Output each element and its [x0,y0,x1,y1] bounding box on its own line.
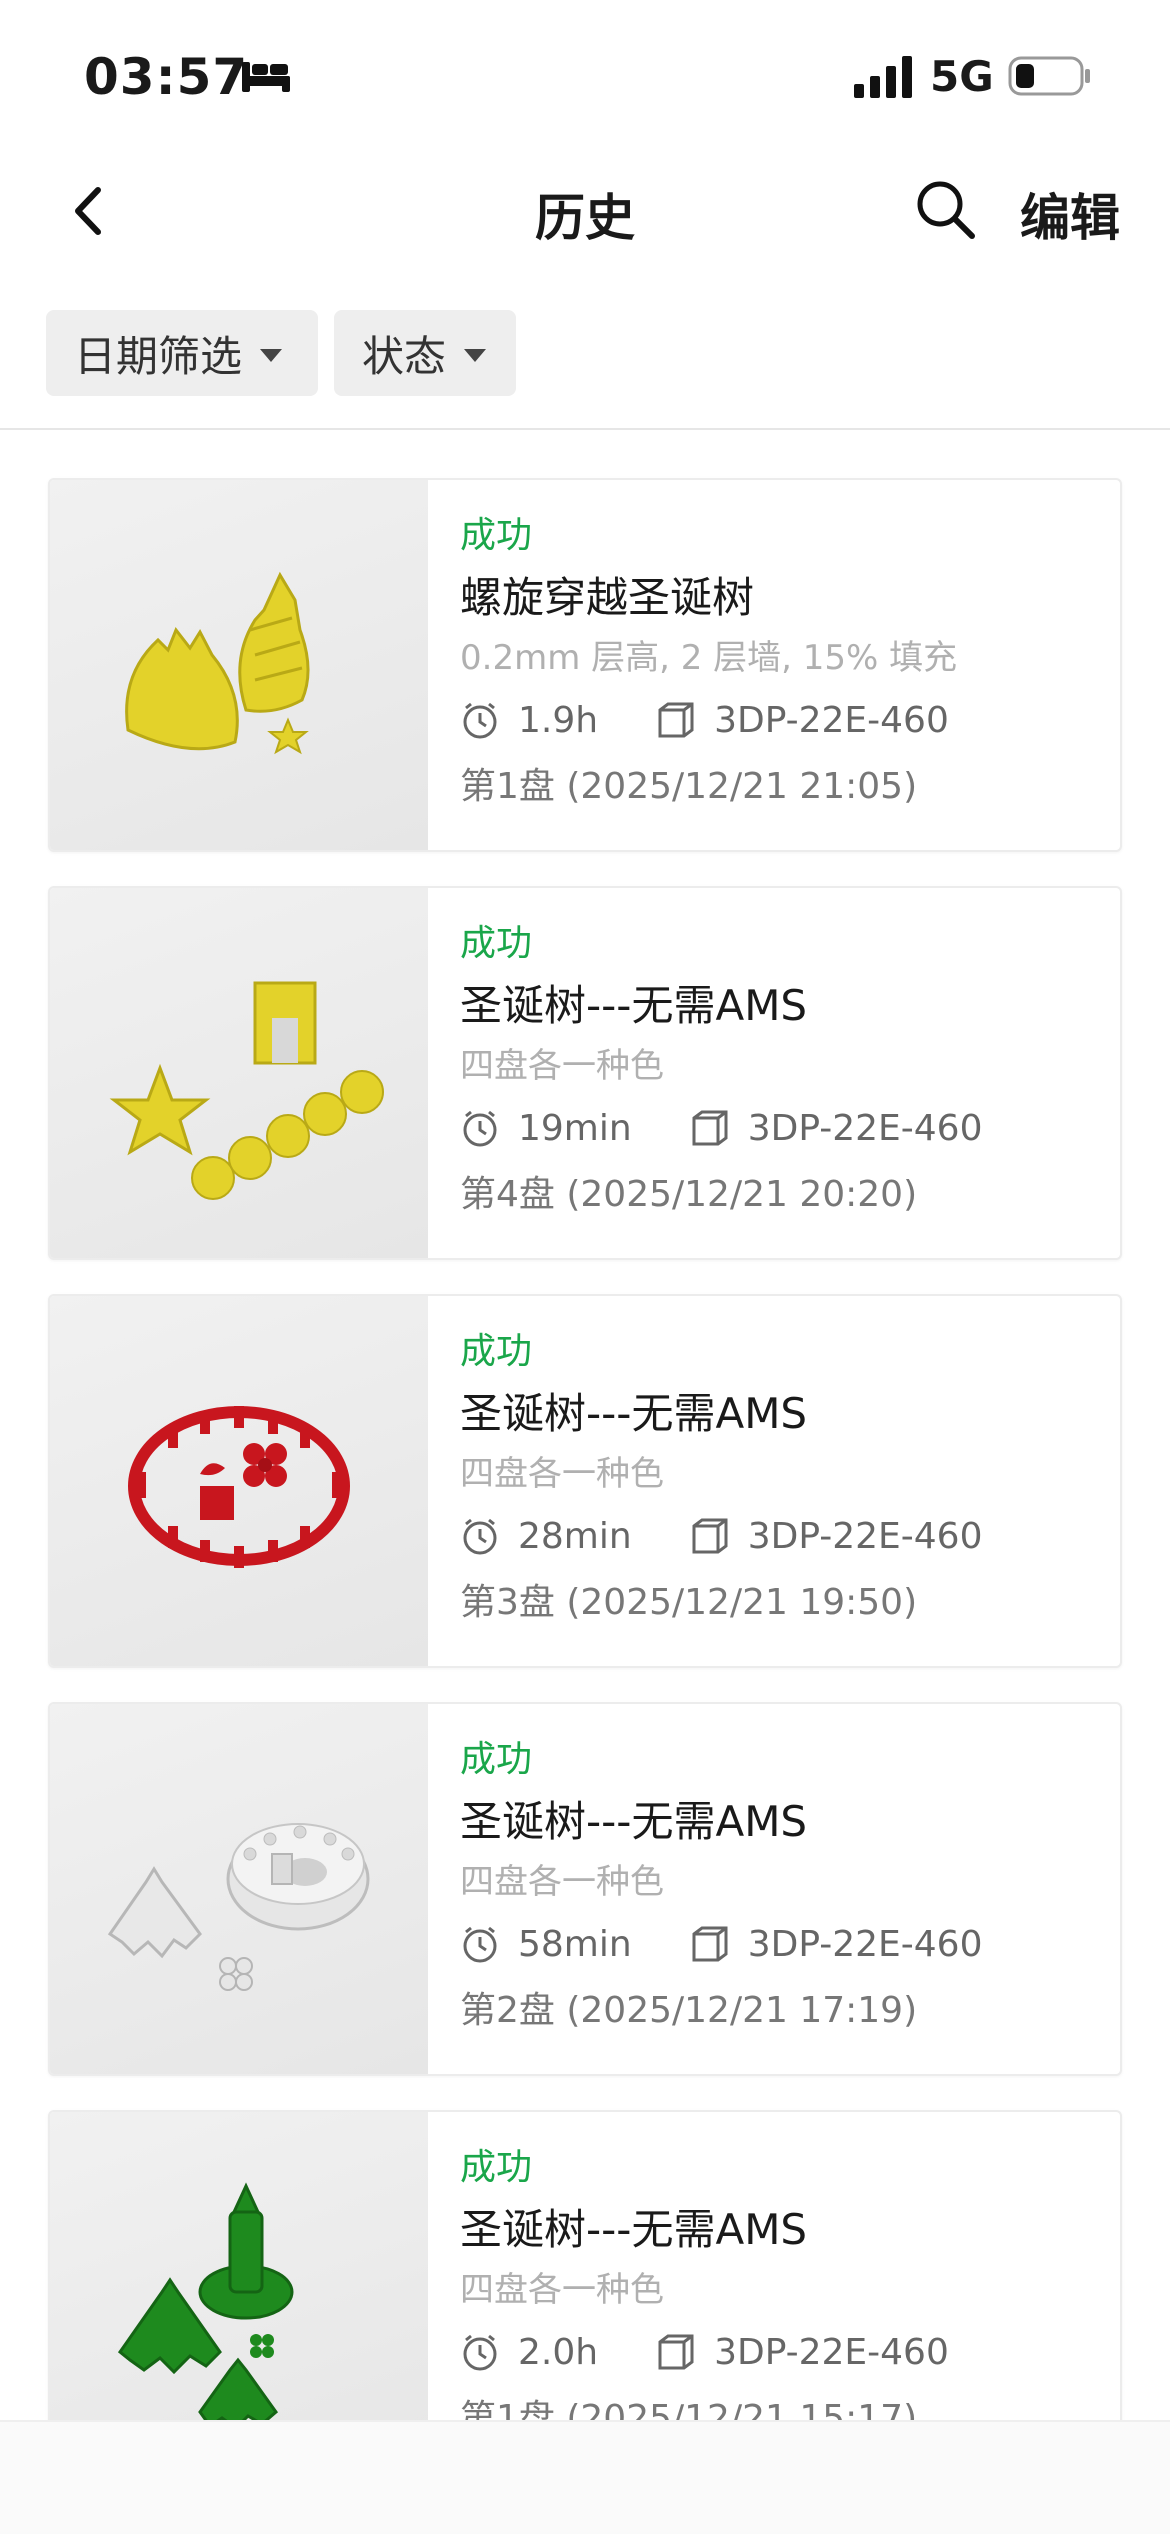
status-label: 成功 [460,515,533,556]
clock-icon [463,2334,497,2371]
status-label: 成功 [460,1739,533,1780]
printer-name: 3DP-22E-460 [714,699,949,741]
printer-name: 3DP-22E-460 [747,1923,983,1965]
record-title: 圣诞树---无需AMS [460,1389,808,1438]
status-label: 成功 [460,1331,533,1372]
clock-icon [463,1518,497,1555]
status-label: 成功 [460,2147,533,2188]
model-thumbnail [50,480,428,850]
duration-text: 1.9h [518,699,599,741]
model-thumbnail [50,1296,428,1666]
history-card[interactable]: 成功 螺旋穿越圣诞树 0.2mm 层高, 2 层墙, 15% 填充 1.9h 3… [48,478,1122,852]
record-meta: 28min 3DP-22E-460 [460,1514,1100,1558]
history-card[interactable]: 成功 圣诞树---无需AMS 四盘各一种色 58min 3DP-22E-460 … [48,1702,1122,2076]
printer-name: 3DP-22E-460 [714,2331,949,2373]
status-filter-dropdown[interactable]: 状态 [334,310,516,396]
clock-icon [463,702,497,739]
model-thumbnail [50,1704,428,2074]
record-meta: 19min 3DP-22E-460 [460,1106,1100,1150]
printer-icon [658,2334,694,2370]
printer-name: 3DP-22E-460 [747,1515,983,1557]
printer-icon [692,1518,728,1554]
status-label: 成功 [460,923,533,964]
history-card[interactable]: 成功 圣诞树---无需AMS 四盘各一种色 28min 3DP-22E-460 … [48,1294,1122,1668]
page-title: 历史 [535,189,635,247]
record-title: 圣诞树---无需AMS [460,981,808,1030]
printer-name: 3DP-22E-460 [747,1107,983,1149]
printer-icon [658,702,694,738]
record-desc: 四盘各一种色 [460,1046,664,1086]
record-meta: 2.0h 3DP-22E-460 [460,2330,1100,2374]
duration-text: 2.0h [518,2331,599,2373]
record-title: 圣诞树---无需AMS [460,1797,808,1846]
printer-icon [692,1926,728,1962]
signal-icon [854,56,912,98]
plate-info: 第2盘 (2025/12/21 17:19) [460,1990,918,2031]
sleep-icon [242,62,290,92]
record-desc: 四盘各一种色 [460,1454,664,1494]
history-card[interactable]: 成功 圣诞树---无需AMS 四盘各一种色 19min 3DP-22E-460 … [48,886,1122,1260]
divider [0,428,1170,430]
duration-text: 19min [518,1107,632,1149]
battery-icon [1008,56,1090,96]
date-filter-dropdown[interactable]: 日期筛选 [46,310,318,396]
status-time: 03:57 [84,48,249,106]
record-desc: 四盘各一种色 [460,2270,664,2310]
bottom-bar [0,2420,1170,2534]
status-filter-label: 状态 [362,331,447,381]
caret-down-icon [260,348,283,362]
record-desc: 四盘各一种色 [460,1862,664,1902]
network-label: 5G [930,52,994,101]
duration-text: 58min [518,1923,632,1965]
clock-icon [463,1110,497,1147]
date-filter-label: 日期筛选 [74,331,243,381]
caret-down-icon [464,348,487,362]
record-title: 圣诞树---无需AMS [460,2205,808,2254]
plate-info: 第1盘 (2025/12/21 21:05) [460,766,918,807]
plate-info: 第4盘 (2025/12/21 20:20) [460,1174,918,1215]
record-desc: 0.2mm 层高, 2 层墙, 15% 填充 [460,638,958,678]
edit-button[interactable]: 编辑 [1020,178,1120,250]
clock-icon [463,1926,497,1963]
search-icon[interactable] [912,176,978,242]
printer-icon [692,1110,728,1146]
model-thumbnail [50,888,428,1258]
status-bar: 03:57 5G [0,0,1170,150]
plate-info: 第3盘 (2025/12/21 19:50) [460,1582,918,1623]
record-meta: 58min 3DP-22E-460 [460,1922,1100,1966]
record-title: 螺旋穿越圣诞树 [460,573,755,622]
record-meta: 1.9h 3DP-22E-460 [460,698,1100,742]
duration-text: 28min [518,1515,632,1557]
